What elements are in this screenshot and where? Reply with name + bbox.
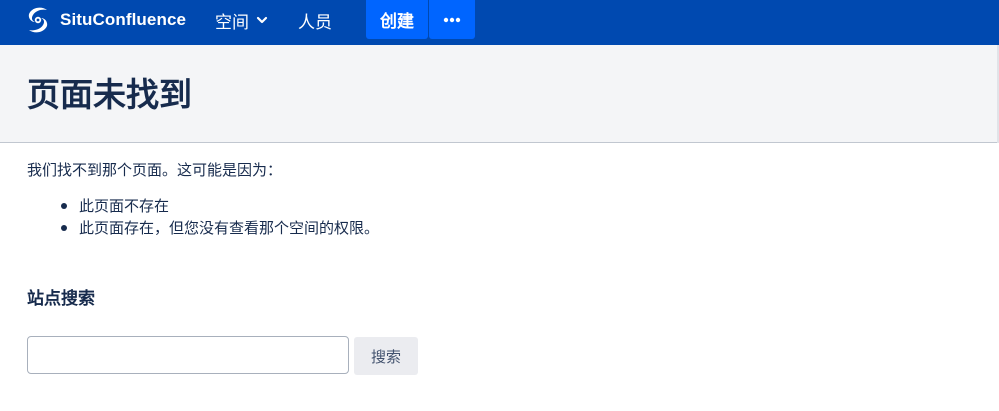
- not-found-message: 我们找不到那个页面。这可能是因为：: [27, 161, 283, 179]
- search-button[interactable]: 搜索: [354, 337, 418, 375]
- nav-people-link[interactable]: 人员: [298, 0, 332, 40]
- top-navigation-bar: SituConfluence 空间 人员 创建: [0, 0, 999, 45]
- list-item: 此页面存在，但您没有查看那个空间的权限。: [59, 217, 379, 239]
- brand-home-link[interactable]: SituConfluence: [26, 5, 186, 35]
- page-header: 页面未找到: [0, 45, 999, 143]
- list-item: 此页面不存在: [59, 195, 379, 217]
- search-button-label: 搜索: [370, 347, 401, 366]
- page-title: 页面未找到: [27, 75, 192, 114]
- more-horizontal-icon: [443, 17, 461, 22]
- nav-spaces-menu[interactable]: 空间: [215, 0, 269, 40]
- nav-spaces-label: 空间: [215, 12, 249, 33]
- more-button[interactable]: [429, 0, 475, 39]
- confluence-logo-icon: [28, 7, 48, 33]
- search-input[interactable]: [27, 336, 349, 374]
- nav-people-label: 人员: [298, 12, 332, 33]
- site-search-heading: 站点搜索: [27, 289, 95, 309]
- brand-name: SituConfluence: [60, 10, 187, 29]
- chevron-down-icon: [256, 16, 268, 24]
- reason-list: 此页面不存在 此页面存在，但您没有查看那个空间的权限。: [59, 195, 379, 239]
- create-button-label: 创建: [380, 12, 414, 32]
- create-button[interactable]: 创建: [366, 0, 428, 39]
